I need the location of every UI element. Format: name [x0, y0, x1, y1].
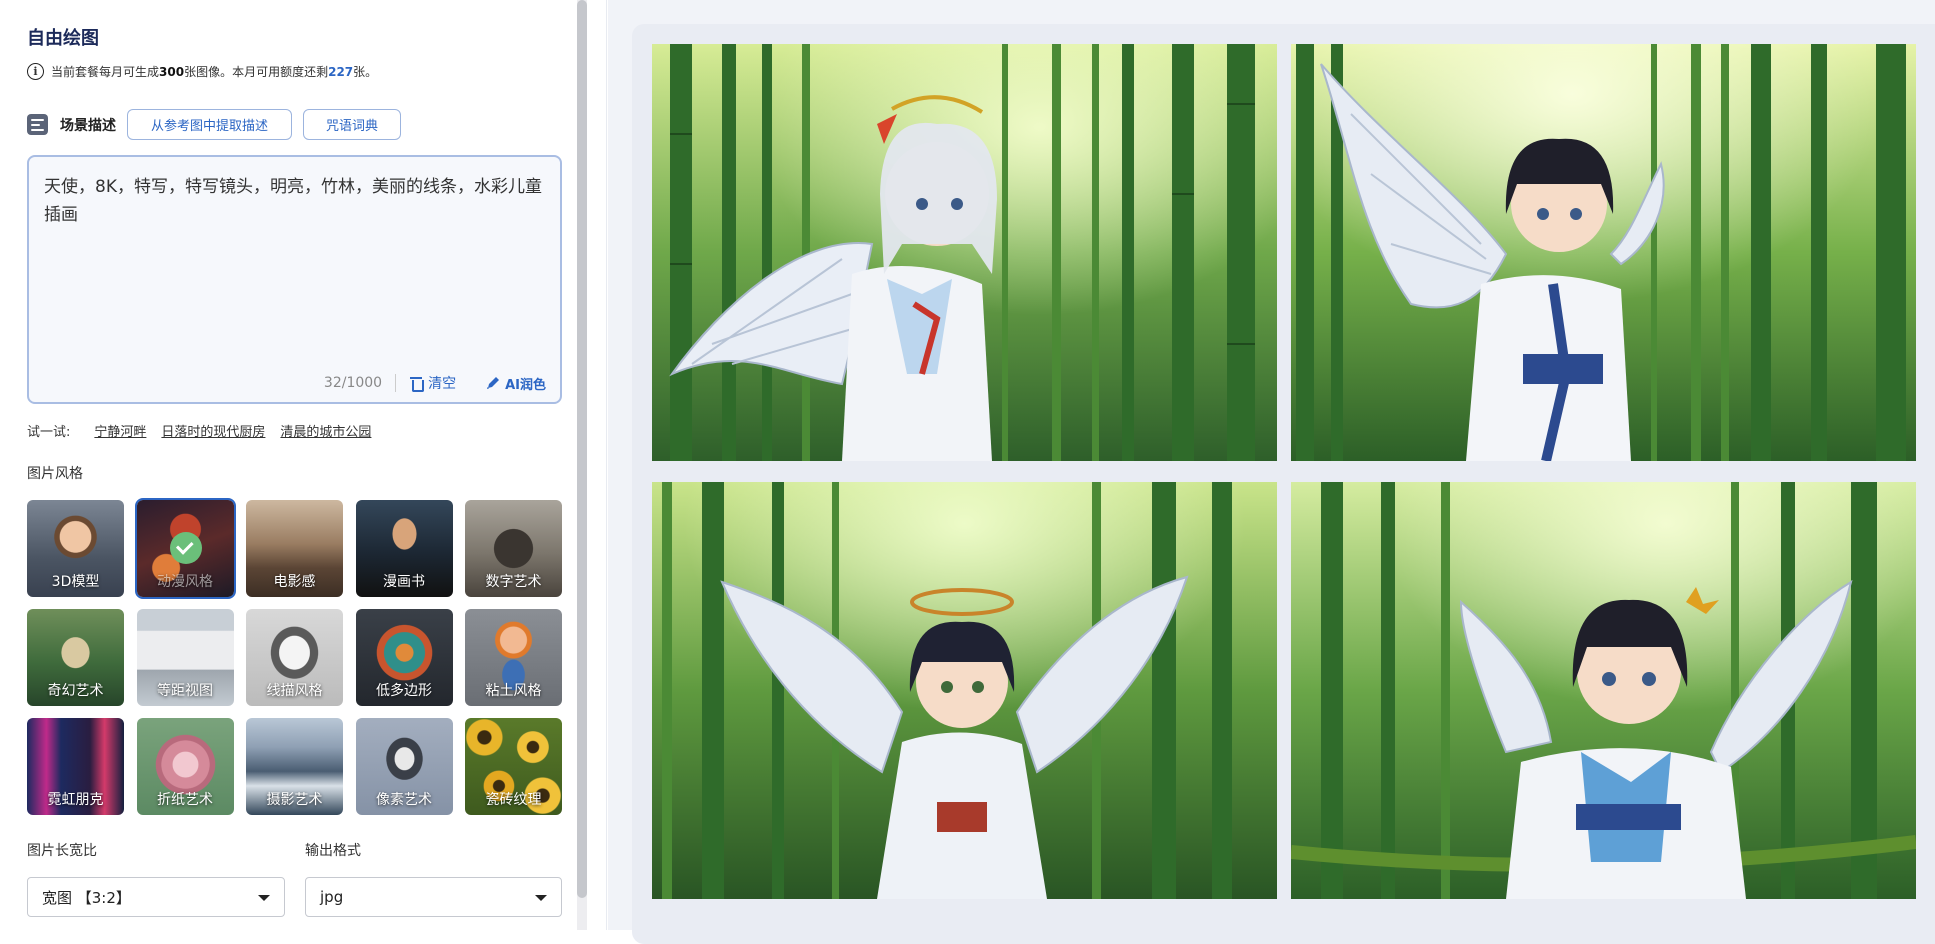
angel-bamboo-image — [652, 44, 1277, 461]
generated-image-4[interactable] — [1291, 482, 1916, 899]
style-tile-origami[interactable]: 折纸艺术 — [136, 718, 234, 815]
text-lines-icon — [27, 114, 48, 135]
generated-image-2[interactable] — [1291, 44, 1916, 461]
style-tile-clay[interactable]: 粘土风格 — [465, 609, 562, 706]
style-label: 电影感 — [273, 574, 316, 590]
ai-polish-button[interactable]: AI润色 — [486, 374, 546, 393]
caret-down-icon — [535, 895, 547, 901]
style-label: 折纸艺术 — [157, 792, 213, 808]
style-tile-comic[interactable]: 漫画书 — [355, 500, 453, 597]
style-section-title: 图片风格 — [27, 466, 83, 482]
generated-image-1[interactable] — [652, 44, 1277, 461]
try-label: 试一试: — [27, 425, 71, 440]
clear-button[interactable]: 清空 — [410, 373, 456, 393]
result-panel — [608, 0, 1935, 944]
suggestion-link[interactable]: 清晨的城市公园 — [280, 421, 371, 440]
info-icon: i — [27, 63, 44, 80]
angel-bamboo-image — [652, 482, 1277, 899]
style-label: 摄影艺术 — [266, 792, 323, 808]
style-label: 粘土风格 — [485, 683, 542, 699]
prompt-footer: 32/1000 清空 AI润色 — [324, 373, 546, 393]
ratio-value: 宽图 【3:2】 — [42, 888, 131, 907]
trash-icon — [410, 376, 425, 392]
prompt-textarea[interactable]: 天使，8K，特写，特写镜头，明亮，竹林，美丽的线条，水彩儿童插画 32/1000… — [27, 155, 562, 404]
prompt-text[interactable]: 天使，8K，特写，特写镜头，明亮，竹林，美丽的线条，水彩儿童插画 — [44, 173, 549, 229]
quota-total: 300 — [159, 64, 185, 79]
selected-check-icon — [169, 532, 202, 564]
pen-icon — [487, 377, 500, 389]
style-tile-low-poly[interactable]: 低多边形 — [355, 609, 453, 706]
style-tile-3d-model[interactable]: 3D模型 — [27, 500, 124, 597]
style-tile-line-art[interactable]: 线描风格 — [246, 609, 343, 706]
style-label: 像素艺术 — [376, 792, 432, 808]
style-tile-photography[interactable]: 摄影艺术 — [246, 718, 343, 815]
ratio-label: 图片长宽比 — [27, 843, 97, 859]
quota-remaining: 227 — [328, 64, 354, 79]
generated-image-3[interactable] — [652, 482, 1277, 899]
style-tile-fantasy[interactable]: 奇幻艺术 — [27, 609, 124, 706]
format-value: jpg — [320, 888, 344, 906]
page-title: 自由绘图 — [27, 28, 99, 49]
style-label: 奇幻艺术 — [47, 683, 104, 699]
image-gallery — [632, 24, 1935, 944]
angel-bamboo-image — [1291, 44, 1916, 461]
quota-prefix: 当前套餐每月可生成 — [51, 65, 160, 79]
style-tile-digital-art[interactable]: 数字艺术 — [465, 500, 562, 597]
style-label: 等距视图 — [157, 683, 213, 699]
format-select[interactable]: jpg — [305, 877, 562, 917]
scene-label: 场景描述 — [60, 117, 116, 134]
style-label: 3D模型 — [51, 574, 100, 590]
left-panel: 自由绘图 i 当前套餐每月可生成 300 张图像。本月可用额度还剩 227 张。… — [0, 0, 578, 930]
extract-from-reference-button[interactable]: 从参考图中提取描述 — [127, 109, 292, 140]
style-tile-tile-texture[interactable]: 瓷砖纹理 — [465, 718, 562, 815]
suggestion-link[interactable]: 日落时的现代厨房 — [161, 421, 265, 440]
style-label: 线描风格 — [266, 683, 323, 699]
spell-dictionary-button[interactable]: 咒语词典 — [303, 109, 401, 140]
scrollbar-thumb[interactable] — [577, 0, 587, 898]
quota-suffix: 张。 — [353, 65, 378, 79]
ai-polish-label: AI润色 — [505, 377, 546, 393]
divider — [395, 374, 397, 392]
caret-down-icon — [258, 895, 270, 901]
style-label: 霓虹朋克 — [47, 792, 104, 808]
style-label: 动漫风格 — [157, 574, 213, 590]
style-grid: 3D模型 动漫风格 电影感 漫画书 数字艺术 奇幻艺术 等距视图 线描风格 低多… — [27, 498, 562, 815]
try-suggestions: 试一试: 宁静河畔 日落时的现代厨房 清晨的城市公园 — [27, 421, 386, 440]
scene-row: 场景描述 从参考图中提取描述 咒语词典 — [27, 109, 412, 140]
clear-label: 清空 — [428, 376, 457, 392]
format-label: 输出格式 — [305, 843, 361, 859]
style-tile-neon-punk[interactable]: 霓虹朋克 — [27, 718, 124, 815]
quota-mid: 张图像。本月可用额度还剩 — [184, 65, 329, 79]
angel-bamboo-image — [1291, 482, 1916, 899]
panel-gutter — [587, 0, 607, 930]
ratio-select[interactable]: 宽图 【3:2】 — [27, 877, 285, 917]
style-tile-isometric[interactable]: 等距视图 — [136, 609, 234, 706]
style-label: 瓷砖纹理 — [485, 792, 542, 808]
style-tile-anime[interactable]: 动漫风格 — [134, 498, 236, 599]
suggestion-link[interactable]: 宁静河畔 — [94, 421, 146, 440]
style-label: 数字艺术 — [485, 574, 542, 590]
style-label: 漫画书 — [383, 574, 425, 590]
style-label: 低多边形 — [376, 683, 432, 699]
char-counter: 32/1000 — [323, 375, 383, 391]
style-tile-cinematic[interactable]: 电影感 — [246, 500, 343, 597]
style-tile-pixel-art[interactable]: 像素艺术 — [355, 718, 453, 815]
quota-info: i 当前套餐每月可生成 300 张图像。本月可用额度还剩 227 张。 — [27, 63, 377, 80]
